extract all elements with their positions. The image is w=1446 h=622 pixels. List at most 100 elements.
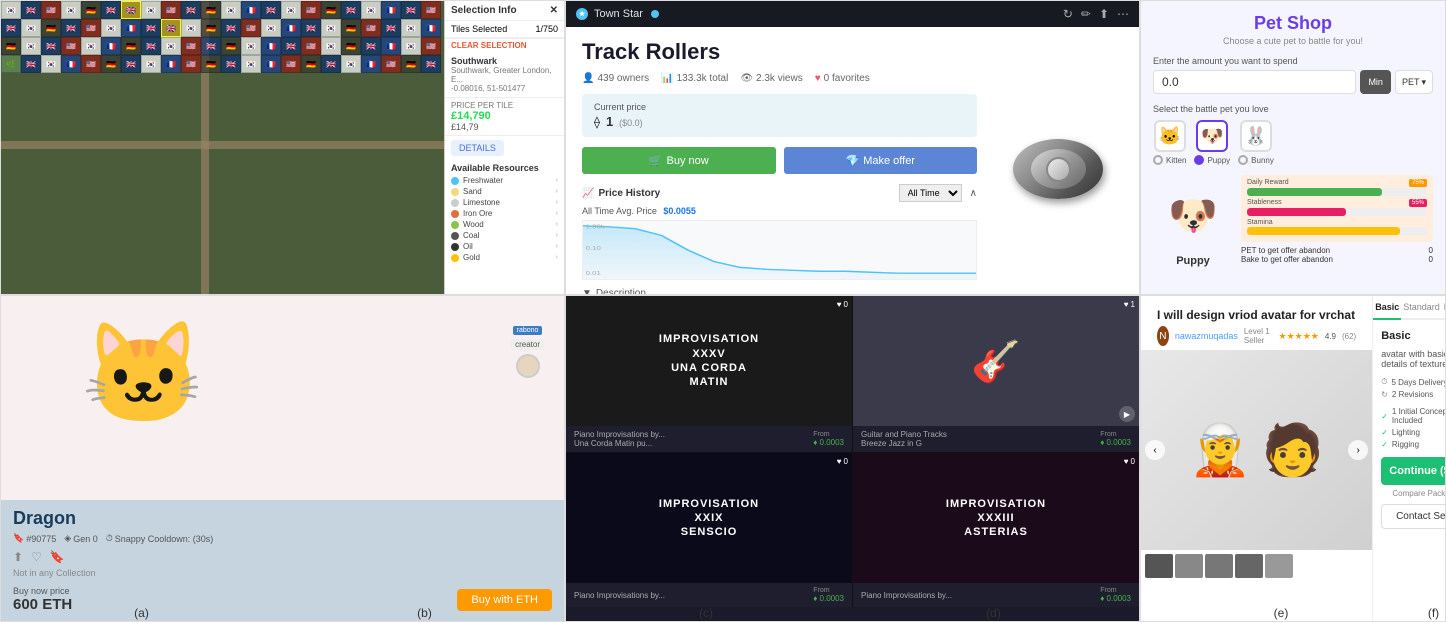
map-tile[interactable]: 🇰🇷 bbox=[1, 1, 21, 19]
bunny-icon[interactable]: 🐰 bbox=[1240, 120, 1272, 152]
pet-option-bunny[interactable]: 🐰 Bunny bbox=[1238, 120, 1274, 165]
kitten-radio[interactable] bbox=[1153, 155, 1163, 165]
map-tile[interactable]: 🇬🇧 bbox=[361, 37, 381, 55]
price-history-collapse[interactable]: ∧ bbox=[970, 188, 977, 199]
amount-input[interactable] bbox=[1153, 70, 1356, 94]
edit-icon[interactable]: ✏ bbox=[1081, 7, 1091, 21]
map-tile[interactable]: 🇰🇷 bbox=[401, 19, 421, 37]
compare-packages-link[interactable]: Compare Packages bbox=[1381, 489, 1446, 498]
map-tile[interactable]: 🌿 bbox=[1, 55, 21, 73]
map-tile[interactable]: 🇺🇸 bbox=[181, 55, 201, 73]
map-tile[interactable]: 🇬🇧 bbox=[101, 1, 121, 19]
map-tile[interactable]: 🇰🇷 bbox=[401, 37, 421, 55]
map-tile[interactable]: 🇰🇷 bbox=[181, 19, 201, 37]
map-tile[interactable]: 🇬🇧 bbox=[121, 55, 141, 73]
map-tile[interactable]: 🇺🇸 bbox=[81, 55, 101, 73]
map-tile[interactable]: 🇬🇧 bbox=[21, 55, 41, 73]
music-card-1[interactable]: IMPROVISATIONXXXVUNA CORDAMATIN ♥ 0 Pian… bbox=[566, 296, 852, 452]
map-tile[interactable]: 🇰🇷 bbox=[361, 1, 381, 19]
map-tile[interactable]: 🇺🇸 bbox=[381, 55, 401, 73]
map-tile[interactable]: 🇩🇪 bbox=[201, 55, 221, 73]
bunny-radio[interactable] bbox=[1238, 155, 1248, 165]
tab-standard[interactable]: Standard bbox=[1401, 296, 1442, 318]
map-tile[interactable]: 🇩🇪 bbox=[321, 1, 341, 19]
map-tile[interactable]: 🇫🇷 bbox=[381, 37, 401, 55]
map-tile[interactable]: 🇰🇷 bbox=[161, 37, 181, 55]
map-tile[interactable]: 🇬🇧 bbox=[201, 37, 221, 55]
map-tile[interactable]: 🇺🇸 bbox=[181, 37, 201, 55]
puppy-radio[interactable] bbox=[1194, 155, 1204, 165]
map-tile[interactable]: 🇺🇸 bbox=[421, 1, 441, 19]
map-tile[interactable]: 🇰🇷 bbox=[221, 1, 241, 19]
details-button[interactable]: DETAILS bbox=[451, 140, 504, 156]
map-tile[interactable]: 🇩🇪 bbox=[341, 19, 361, 37]
avatar-thumb-3[interactable] bbox=[1205, 554, 1233, 578]
map-tile[interactable]: 🇬🇧 bbox=[281, 37, 301, 55]
map-tile[interactable]: 🇺🇸 bbox=[241, 19, 261, 37]
map-tile[interactable]: 🇬🇧 bbox=[141, 19, 161, 37]
map-tile[interactable]: 🇰🇷 bbox=[21, 19, 41, 37]
avatar-thumb-4[interactable] bbox=[1235, 554, 1263, 578]
map-tile[interactable]: 🇬🇧 bbox=[181, 1, 201, 19]
share-icon[interactable]: ⬆ bbox=[1099, 7, 1109, 21]
map-tile[interactable]: 🇫🇷 bbox=[101, 37, 121, 55]
map-tile[interactable]: 🇰🇷 bbox=[21, 37, 41, 55]
map-tile[interactable]: 🇩🇪 bbox=[301, 55, 321, 73]
heart-icon[interactable]: ♡ bbox=[31, 550, 42, 564]
map-tile[interactable]: 🇺🇸 bbox=[81, 19, 101, 37]
map-tile[interactable]: 🇺🇸 bbox=[421, 37, 441, 55]
music-card-2[interactable]: 🎸 ▶ ♥ 1 Guitar and Piano Tracks Breeze J… bbox=[853, 296, 1139, 452]
map-tile[interactable]: 🇫🇷 bbox=[381, 1, 401, 19]
map-tile[interactable]: 🇬🇧 bbox=[221, 19, 241, 37]
map-tile[interactable]: 🇬🇧 bbox=[421, 55, 441, 73]
min-button[interactable]: Min bbox=[1360, 70, 1391, 94]
map-tile[interactable]: 🇫🇷 bbox=[361, 55, 381, 73]
buy-now-button[interactable]: 🛒 Buy now bbox=[582, 147, 776, 174]
map-tile[interactable]: 🇬🇧 bbox=[41, 37, 61, 55]
pet-option-puppy[interactable]: 🐶 Puppy bbox=[1194, 120, 1230, 165]
map-tile[interactable]: 🇺🇸 bbox=[161, 1, 181, 19]
music-card-3[interactable]: IMPROVISATIONXXIXSENSCIO ♥ 0 Piano Impro… bbox=[566, 453, 852, 607]
map-tile[interactable]: 🇬🇧 bbox=[161, 19, 181, 37]
map-tile[interactable]: 🇰🇷 bbox=[81, 37, 101, 55]
map-tile[interactable]: 🇬🇧 bbox=[61, 19, 81, 37]
map-tile[interactable]: 🇫🇷 bbox=[61, 55, 81, 73]
selection-info-icon[interactable]: ✕ bbox=[550, 5, 558, 16]
map-tile[interactable]: 🇬🇧 bbox=[261, 1, 281, 19]
continue-button[interactable]: Continue ($25) bbox=[1381, 457, 1446, 485]
music-card-4[interactable]: IMPROVISATIONXXXIIIASTERIAS ♥ 0 Piano Im… bbox=[853, 453, 1139, 607]
tab-premium[interactable]: Premium bbox=[1442, 296, 1446, 318]
map-tile[interactable]: 🇺🇸 bbox=[281, 55, 301, 73]
map-tile[interactable]: 🇫🇷 bbox=[161, 55, 181, 73]
clear-selection-button[interactable]: CLEAR SELECTION bbox=[445, 38, 564, 52]
avatar-prev-button[interactable]: ‹ bbox=[1145, 440, 1165, 460]
map-tile[interactable]: 🇰🇷 bbox=[101, 19, 121, 37]
pet-option-kitten[interactable]: 🐱 Kitten bbox=[1153, 120, 1186, 165]
map-tile[interactable]: 🇩🇪 bbox=[401, 55, 421, 73]
contact-seller-button[interactable]: Contact Seller bbox=[1381, 504, 1446, 529]
puppy-icon[interactable]: 🐶 bbox=[1196, 120, 1228, 152]
map-tile[interactable]: 🇺🇸 bbox=[41, 1, 61, 19]
map-tile[interactable]: 🇰🇷 bbox=[281, 1, 301, 19]
map-tile[interactable]: 🇫🇷 bbox=[261, 55, 281, 73]
map-tile[interactable]: 🇩🇪 bbox=[121, 37, 141, 55]
buy-with-eth-button[interactable]: Buy with ETH bbox=[457, 589, 552, 611]
avatar-next-button[interactable]: › bbox=[1348, 440, 1368, 460]
map-tile[interactable]: 🇩🇪 bbox=[81, 1, 101, 19]
map-tile[interactable]: 🇰🇷 bbox=[321, 37, 341, 55]
map-tile[interactable]: 🇰🇷 bbox=[141, 1, 161, 19]
refresh-icon[interactable]: ↻ bbox=[1063, 7, 1073, 21]
map-tile[interactable]: 🇩🇪 bbox=[101, 55, 121, 73]
play-button-2[interactable]: ▶ bbox=[1119, 406, 1135, 422]
map-tile[interactable]: 🇬🇧 bbox=[301, 19, 321, 37]
pet-currency-select[interactable]: PET ▾ bbox=[1395, 70, 1433, 94]
time-filter-select[interactable]: All Time bbox=[899, 184, 962, 202]
avatar-thumb-2[interactable] bbox=[1175, 554, 1203, 578]
tab-basic[interactable]: Basic bbox=[1373, 296, 1401, 320]
map-tile[interactable]: 🇰🇷 bbox=[261, 19, 281, 37]
map-tile[interactable]: 🇬🇧 bbox=[381, 19, 401, 37]
map-tile[interactable]: 🇩🇪 bbox=[221, 37, 241, 55]
map-tile[interactable]: 🇫🇷 bbox=[121, 19, 141, 37]
map-tile[interactable]: 🇬🇧 bbox=[321, 55, 341, 73]
map-tile[interactable]: 🇰🇷 bbox=[41, 55, 61, 73]
